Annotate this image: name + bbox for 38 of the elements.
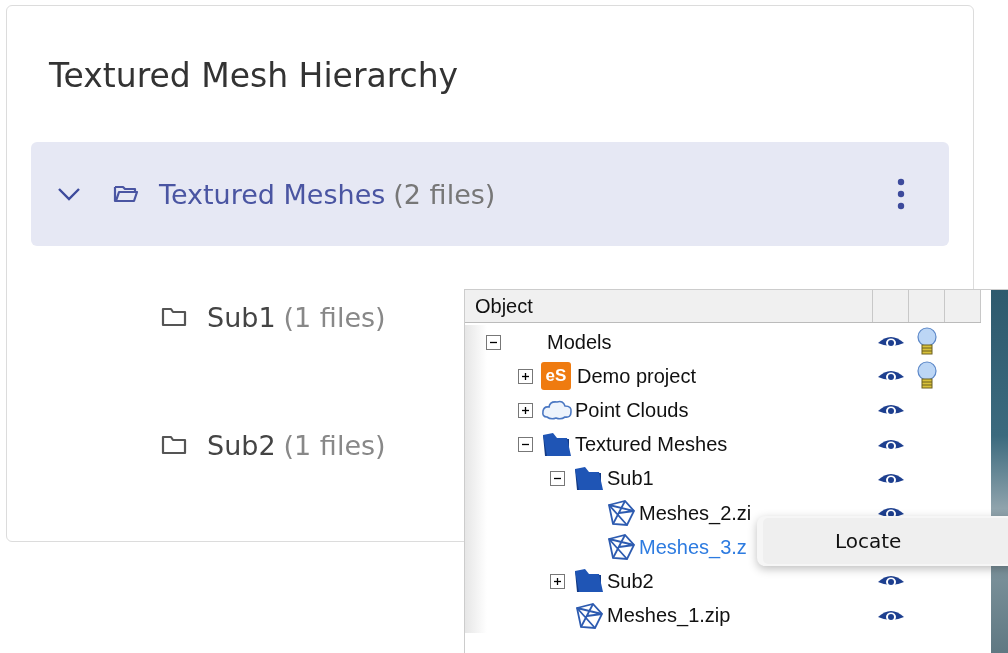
- mesh-icon: [605, 499, 637, 528]
- folder-icon: [573, 465, 605, 492]
- folder-name: Textured Meshes: [159, 178, 386, 210]
- folder-open-icon: [113, 184, 139, 204]
- folder-icon: [161, 307, 187, 327]
- folder-icon: [541, 431, 573, 458]
- folder-icon: [161, 435, 187, 455]
- tree-item[interactable]: Sub1: [607, 467, 654, 491]
- tree-item[interactable]: Meshes_1.zip: [607, 604, 731, 628]
- collapse-toggle[interactable]: [485, 334, 501, 350]
- tree-item[interactable]: Sub2: [607, 569, 654, 593]
- light-bulb-icon[interactable]: [916, 361, 938, 392]
- tree-item[interactable]: Models: [547, 330, 612, 354]
- card-title: Textured Mesh Hierarchy: [49, 56, 460, 96]
- mesh-icon: [573, 601, 605, 630]
- folder-icon: [573, 568, 605, 595]
- folder-name[interactable]: Sub1: [207, 301, 276, 333]
- tree-item[interactable]: Demo project: [577, 364, 696, 388]
- collapse-toggle[interactable]: [517, 437, 533, 453]
- light-bulb-icon[interactable]: [916, 327, 938, 358]
- tree-item[interactable]: Point Clouds: [575, 398, 689, 422]
- expand-toggle[interactable]: [517, 368, 533, 384]
- tree-item[interactable]: Meshes_2.zi: [639, 501, 752, 525]
- expand-toggle[interactable]: [549, 573, 565, 589]
- menu-item[interactable]: Locate: [763, 518, 1008, 564]
- more-options-icon[interactable]: [897, 178, 905, 210]
- file-count: (2 files): [393, 178, 496, 210]
- collapse-toggle[interactable]: [549, 471, 565, 487]
- file-count: (1 files): [283, 301, 386, 333]
- tree-item[interactable]: Meshes_3.z: [639, 535, 747, 559]
- mesh-icon: [605, 533, 637, 562]
- chevron-icon[interactable]: [57, 187, 81, 201]
- file-count: (1 files): [283, 429, 386, 461]
- expand-toggle[interactable]: [517, 402, 533, 418]
- tree-item[interactable]: Textured Meshes: [575, 433, 728, 457]
- folder-name[interactable]: Sub2: [207, 429, 276, 461]
- folder-row[interactable]: Textured Meshes (2 files): [31, 142, 949, 246]
- project-badge: eS: [541, 362, 571, 391]
